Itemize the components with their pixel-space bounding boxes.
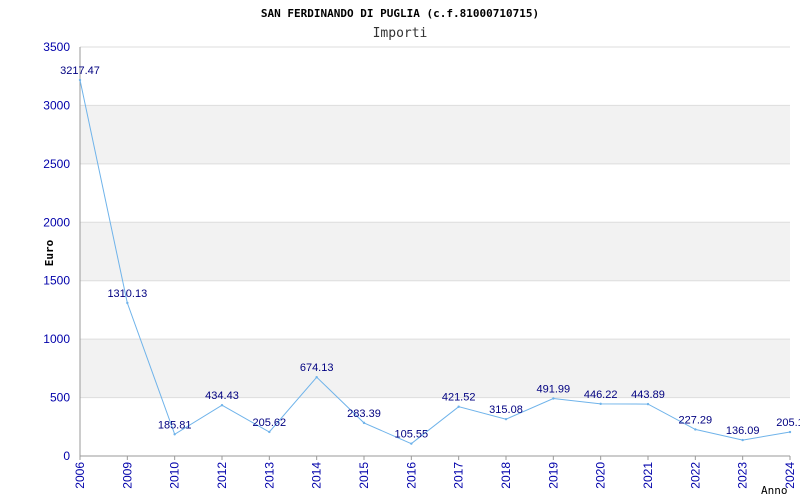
- chart-title: SAN FERDINANDO DI PUGLIA (c.f.8100071071…: [261, 7, 539, 20]
- grid-bands: [80, 105, 790, 398]
- x-tick-label: 2009: [120, 462, 134, 489]
- data-point: [362, 421, 366, 425]
- data-label: 227.29: [679, 414, 713, 426]
- x-tick-label: 2020: [594, 462, 608, 489]
- data-point: [504, 417, 508, 421]
- y-axis-title: Euro: [43, 239, 56, 266]
- x-tick-label: 2021: [641, 462, 655, 489]
- data-label: 105.55: [395, 429, 429, 441]
- data-point: [788, 430, 792, 434]
- x-tick-label: 2019: [546, 462, 560, 489]
- data-label: 491.99: [537, 384, 571, 396]
- data-point: [315, 376, 318, 379]
- data-label: 446.22: [584, 389, 618, 401]
- data-point: [694, 428, 697, 431]
- x-tick-label: 2014: [310, 462, 324, 489]
- data-label: 205.1: [776, 417, 800, 429]
- data-label: 315.08: [489, 404, 523, 416]
- data-point: [457, 405, 460, 408]
- x-tick-label: 2015: [357, 462, 371, 489]
- data-point: [552, 397, 555, 400]
- data-label: 1310.13: [107, 288, 147, 300]
- data-label: 443.89: [631, 389, 665, 401]
- x-tick-label: 2016: [404, 462, 418, 489]
- x-tick-label: 2013: [262, 462, 276, 489]
- chart-subtitle: Importi: [373, 26, 428, 41]
- data-point: [268, 430, 271, 434]
- data-label: 185.81: [158, 419, 192, 431]
- data-point: [646, 402, 650, 406]
- data-point: [410, 442, 413, 445]
- grid-band: [80, 339, 790, 398]
- data-label: 421.52: [442, 392, 476, 404]
- data-point: [599, 402, 602, 406]
- y-tick-label: 1000: [43, 332, 70, 346]
- x-tick-label: 2012: [215, 462, 229, 489]
- data-point: [78, 78, 82, 82]
- y-tick-label: 3500: [43, 40, 70, 54]
- y-tick-label: 0: [63, 449, 70, 463]
- x-tick-label: 2023: [736, 462, 750, 489]
- y-tick-label: 3000: [43, 98, 70, 112]
- y-tick-label: 500: [50, 391, 70, 405]
- x-tick-label: 2006: [73, 462, 87, 489]
- x-tick-label: 2010: [168, 462, 182, 489]
- line-chart: 0 500 1000 1500 2000 2500 3000 3500 2006 2009 201…: [43, 7, 800, 497]
- y-tick-label: 2500: [43, 157, 70, 171]
- grid-band: [80, 105, 790, 164]
- x-tick-label: 2022: [688, 462, 702, 489]
- data-point: [126, 301, 129, 305]
- x-tick-label: 2018: [499, 462, 513, 489]
- x-axis-title: Anno: [761, 484, 788, 497]
- x-tick-labels: 2006 2009 2010 2012 2013 2014 2015 2016 2017 2018…: [73, 462, 797, 489]
- data-label: 283.39: [347, 408, 381, 420]
- data-label: 3217.47: [60, 65, 100, 77]
- grid-band: [80, 222, 790, 281]
- data-point: [173, 433, 176, 436]
- data-label: 434.43: [205, 390, 239, 402]
- data-label: 674.13: [300, 362, 334, 374]
- data-label: 205.62: [253, 417, 287, 429]
- data-point: [741, 438, 744, 442]
- data-point: [220, 404, 224, 407]
- y-tick-label: 2000: [43, 215, 70, 229]
- x-tick-label: 2017: [452, 462, 466, 489]
- y-tick-label: 1500: [43, 274, 70, 288]
- data-label: 136.09: [726, 425, 760, 437]
